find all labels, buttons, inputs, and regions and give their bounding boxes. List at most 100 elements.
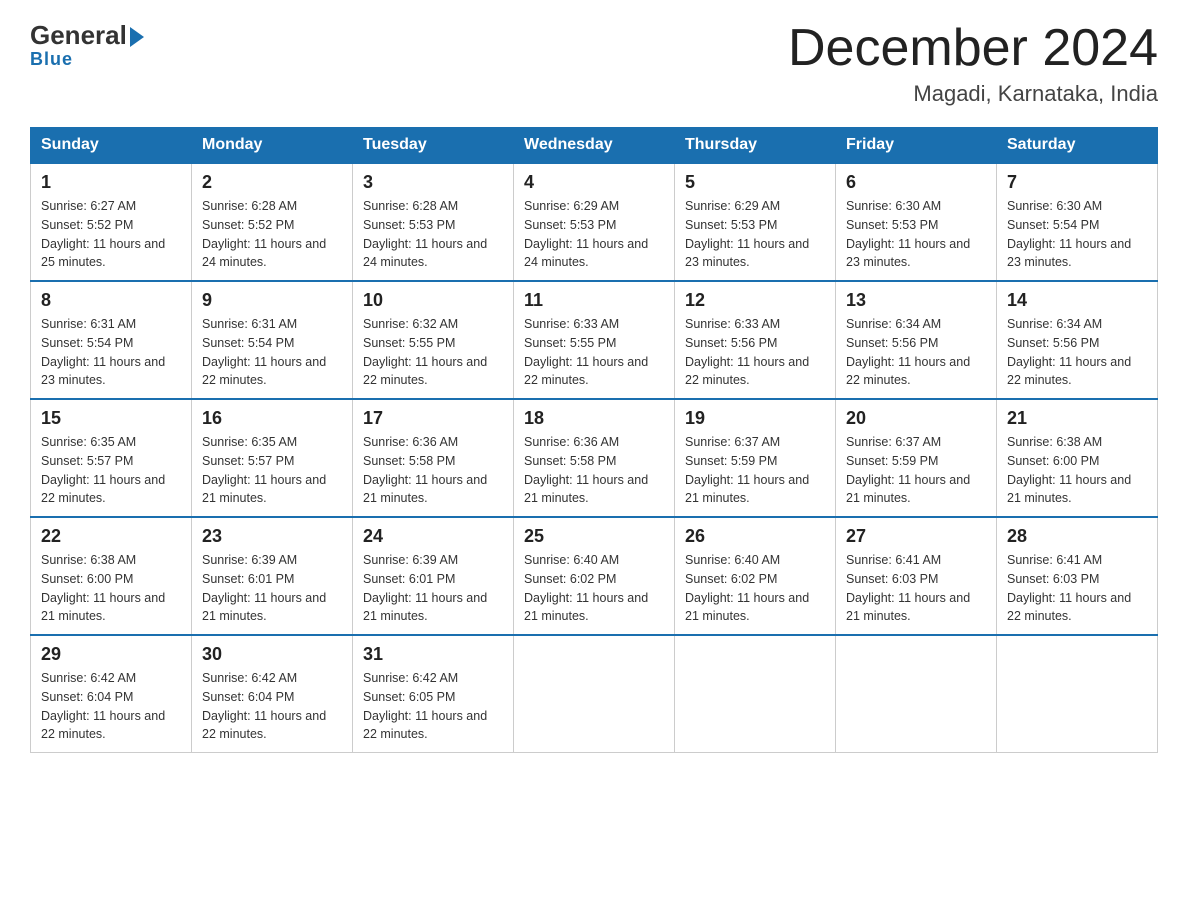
day-info: Sunrise: 6:36 AMSunset: 5:58 PMDaylight:…	[363, 433, 503, 508]
day-info: Sunrise: 6:34 AMSunset: 5:56 PMDaylight:…	[846, 315, 986, 390]
day-number: 24	[363, 526, 503, 547]
day-info: Sunrise: 6:36 AMSunset: 5:58 PMDaylight:…	[524, 433, 664, 508]
calendar-cell: 12 Sunrise: 6:33 AMSunset: 5:56 PMDayligh…	[675, 281, 836, 399]
header-tuesday: Tuesday	[353, 128, 514, 164]
day-number: 25	[524, 526, 664, 547]
calendar-cell: 8 Sunrise: 6:31 AMSunset: 5:54 PMDaylight…	[31, 281, 192, 399]
day-number: 26	[685, 526, 825, 547]
location: Magadi, Karnataka, India	[788, 81, 1158, 107]
calendar-cell: 29 Sunrise: 6:42 AMSunset: 6:04 PMDayligh…	[31, 635, 192, 753]
calendar-cell: 15 Sunrise: 6:35 AMSunset: 5:57 PMDayligh…	[31, 399, 192, 517]
week-row-4: 22 Sunrise: 6:38 AMSunset: 6:00 PMDayligh…	[31, 517, 1158, 635]
day-number: 29	[41, 644, 181, 665]
day-info: Sunrise: 6:31 AMSunset: 5:54 PMDaylight:…	[202, 315, 342, 390]
calendar-cell: 14Sunrise: 6:34 AMSunset: 5:56 PMDayligh…	[997, 281, 1158, 399]
day-number: 30	[202, 644, 342, 665]
day-info: Sunrise: 6:40 AMSunset: 6:02 PMDaylight:…	[685, 551, 825, 626]
day-number: 6	[846, 172, 986, 193]
day-info: Sunrise: 6:29 AMSunset: 5:53 PMDaylight:…	[524, 197, 664, 272]
day-info: Sunrise: 6:41 AMSunset: 6:03 PMDaylight:…	[846, 551, 986, 626]
header-wednesday: Wednesday	[514, 128, 675, 164]
calendar-cell: 26 Sunrise: 6:40 AMSunset: 6:02 PMDayligh…	[675, 517, 836, 635]
logo-blue-text: Blue	[30, 49, 73, 70]
day-number: 19	[685, 408, 825, 429]
calendar-cell: 24 Sunrise: 6:39 AMSunset: 6:01 PMDayligh…	[353, 517, 514, 635]
calendar-cell: 3 Sunrise: 6:28 AMSunset: 5:53 PMDaylight…	[353, 163, 514, 281]
calendar-cell: 19 Sunrise: 6:37 AMSunset: 5:59 PMDayligh…	[675, 399, 836, 517]
calendar-cell: 13 Sunrise: 6:34 AMSunset: 5:56 PMDayligh…	[836, 281, 997, 399]
day-info: Sunrise: 6:37 AMSunset: 5:59 PMDaylight:…	[685, 433, 825, 508]
day-info: Sunrise: 6:30 AMSunset: 5:54 PMDaylight:…	[1007, 197, 1147, 272]
day-number: 23	[202, 526, 342, 547]
day-number: 11	[524, 290, 664, 311]
week-row-2: 8 Sunrise: 6:31 AMSunset: 5:54 PMDaylight…	[31, 281, 1158, 399]
calendar-cell: 7 Sunrise: 6:30 AMSunset: 5:54 PMDaylight…	[997, 163, 1158, 281]
calendar-cell: 25 Sunrise: 6:40 AMSunset: 6:02 PMDayligh…	[514, 517, 675, 635]
day-number: 17	[363, 408, 503, 429]
day-number: 18	[524, 408, 664, 429]
day-number: 8	[41, 290, 181, 311]
header-saturday: Saturday	[997, 128, 1158, 164]
header-monday: Monday	[192, 128, 353, 164]
day-info: Sunrise: 6:38 AMSunset: 6:00 PMDaylight:…	[1007, 433, 1147, 508]
day-info: Sunrise: 6:42 AMSunset: 6:04 PMDaylight:…	[202, 669, 342, 744]
logo-general-text: General	[30, 20, 127, 51]
calendar-cell: 10Sunrise: 6:32 AMSunset: 5:55 PMDayligh…	[353, 281, 514, 399]
day-number: 15	[41, 408, 181, 429]
day-info: Sunrise: 6:31 AMSunset: 5:54 PMDaylight:…	[41, 315, 181, 390]
calendar-cell: 2Sunrise: 6:28 AMSunset: 5:52 PMDaylight…	[192, 163, 353, 281]
logo-arrow-icon	[130, 27, 144, 47]
day-number: 1	[41, 172, 181, 193]
header-friday: Friday	[836, 128, 997, 164]
day-info: Sunrise: 6:33 AMSunset: 5:56 PMDaylight:…	[685, 315, 825, 390]
calendar-cell: 27Sunrise: 6:41 AMSunset: 6:03 PMDayligh…	[836, 517, 997, 635]
calendar-cell: 31 Sunrise: 6:42 AMSunset: 6:05 PMDayligh…	[353, 635, 514, 753]
calendar-cell: 9 Sunrise: 6:31 AMSunset: 5:54 PMDaylight…	[192, 281, 353, 399]
day-number: 31	[363, 644, 503, 665]
header-sunday: Sunday	[31, 128, 192, 164]
day-info: Sunrise: 6:41 AMSunset: 6:03 PMDaylight:…	[1007, 551, 1147, 626]
week-row-3: 15 Sunrise: 6:35 AMSunset: 5:57 PMDayligh…	[31, 399, 1158, 517]
day-info: Sunrise: 6:37 AMSunset: 5:59 PMDaylight:…	[846, 433, 986, 508]
day-info: Sunrise: 6:38 AMSunset: 6:00 PMDaylight:…	[41, 551, 181, 626]
day-number: 5	[685, 172, 825, 193]
calendar-cell	[514, 635, 675, 753]
calendar-cell: 30 Sunrise: 6:42 AMSunset: 6:04 PMDayligh…	[192, 635, 353, 753]
calendar-cell: 22 Sunrise: 6:38 AMSunset: 6:00 PMDayligh…	[31, 517, 192, 635]
day-number: 7	[1007, 172, 1147, 193]
calendar-header-row: SundayMondayTuesdayWednesdayThursdayFrid…	[31, 128, 1158, 164]
calendar-cell: 1 Sunrise: 6:27 AMSunset: 5:52 PMDaylight…	[31, 163, 192, 281]
week-row-5: 29 Sunrise: 6:42 AMSunset: 6:04 PMDayligh…	[31, 635, 1158, 753]
calendar-cell: 28 Sunrise: 6:41 AMSunset: 6:03 PMDayligh…	[997, 517, 1158, 635]
day-info: Sunrise: 6:28 AMSunset: 5:52 PMDaylight:…	[202, 197, 342, 272]
calendar-cell: 18 Sunrise: 6:36 AMSunset: 5:58 PMDayligh…	[514, 399, 675, 517]
day-number: 4	[524, 172, 664, 193]
day-info: Sunrise: 6:42 AMSunset: 6:04 PMDaylight:…	[41, 669, 181, 744]
day-info: Sunrise: 6:40 AMSunset: 6:02 PMDaylight:…	[524, 551, 664, 626]
day-number: 20	[846, 408, 986, 429]
day-info: Sunrise: 6:29 AMSunset: 5:53 PMDaylight:…	[685, 197, 825, 272]
calendar-cell: 5 Sunrise: 6:29 AMSunset: 5:53 PMDaylight…	[675, 163, 836, 281]
calendar-cell: 4 Sunrise: 6:29 AMSunset: 5:53 PMDaylight…	[514, 163, 675, 281]
day-number: 3	[363, 172, 503, 193]
calendar-cell: 23Sunrise: 6:39 AMSunset: 6:01 PMDayligh…	[192, 517, 353, 635]
day-info: Sunrise: 6:28 AMSunset: 5:53 PMDaylight:…	[363, 197, 503, 272]
week-row-1: 1 Sunrise: 6:27 AMSunset: 5:52 PMDaylight…	[31, 163, 1158, 281]
month-title: December 2024	[788, 20, 1158, 77]
calendar-cell: 20 Sunrise: 6:37 AMSunset: 5:59 PMDayligh…	[836, 399, 997, 517]
day-info: Sunrise: 6:39 AMSunset: 6:01 PMDaylight:…	[363, 551, 503, 626]
day-number: 12	[685, 290, 825, 311]
day-number: 13	[846, 290, 986, 311]
day-number: 9	[202, 290, 342, 311]
day-info: Sunrise: 6:27 AMSunset: 5:52 PMDaylight:…	[41, 197, 181, 272]
day-number: 28	[1007, 526, 1147, 547]
calendar-cell: 16Sunrise: 6:35 AMSunset: 5:57 PMDayligh…	[192, 399, 353, 517]
day-info: Sunrise: 6:32 AMSunset: 5:55 PMDaylight:…	[363, 315, 503, 390]
day-info: Sunrise: 6:42 AMSunset: 6:05 PMDaylight:…	[363, 669, 503, 744]
day-info: Sunrise: 6:33 AMSunset: 5:55 PMDaylight:…	[524, 315, 664, 390]
day-number: 16	[202, 408, 342, 429]
calendar-cell: 11 Sunrise: 6:33 AMSunset: 5:55 PMDayligh…	[514, 281, 675, 399]
day-info: Sunrise: 6:35 AMSunset: 5:57 PMDaylight:…	[41, 433, 181, 508]
page-header: General Blue December 2024 Magadi, Karna…	[30, 20, 1158, 107]
day-number: 22	[41, 526, 181, 547]
